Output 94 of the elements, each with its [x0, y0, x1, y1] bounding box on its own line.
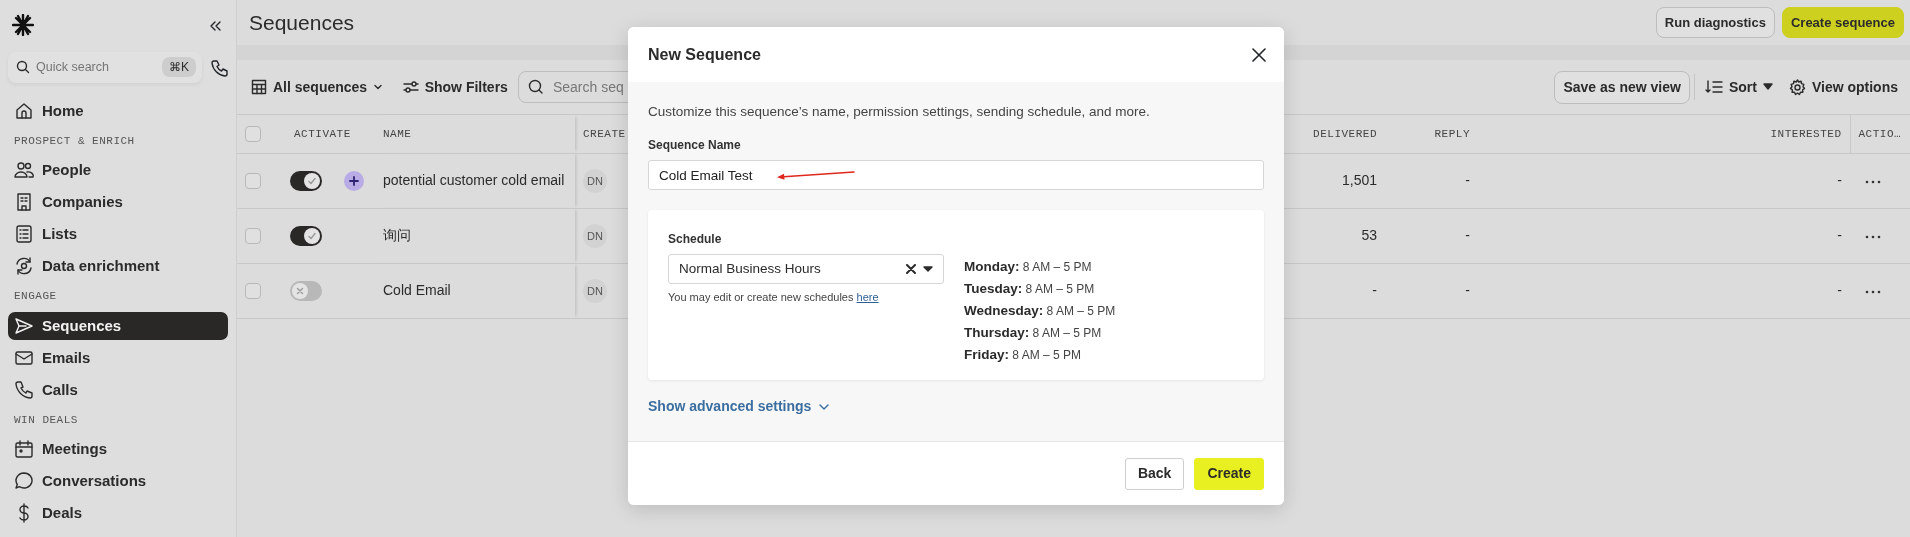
page-title: Sequences [249, 9, 355, 36]
schedule-hours: Friday: 8 AM – 5 PM [964, 346, 1083, 365]
column-header: NAME [383, 127, 412, 140]
create-button[interactable]: Create [1194, 457, 1264, 490]
refresh-icon [14, 256, 34, 277]
back-button[interactable]: Back [1124, 457, 1185, 490]
table-cell: - [1837, 227, 1842, 243]
search-icon [16, 60, 30, 74]
sliders-icon [402, 79, 419, 95]
clear-icon [906, 264, 916, 275]
check-icon [307, 176, 317, 187]
check-icon [307, 231, 317, 242]
table-cell: 53 [1361, 227, 1377, 243]
row-checkbox[interactable] [245, 227, 261, 244]
row-checkbox[interactable] [245, 282, 261, 299]
activate-toggle[interactable] [290, 281, 322, 302]
schedule-hours: Tuesday: 8 AM – 5 PM [964, 280, 1096, 299]
create-sequence-button[interactable]: Create sequence [1781, 6, 1904, 39]
owner-avatar: DN [583, 223, 607, 248]
home-icon [14, 100, 34, 121]
sort-icon [1704, 80, 1723, 94]
diagnostics-button[interactable]: Run diagnostics [1655, 6, 1775, 39]
sequence-name: 询问 [383, 227, 411, 243]
select-all-checkbox[interactable] [245, 125, 261, 142]
table-cell: - [1465, 227, 1470, 243]
column-header: INTERESTED [1770, 127, 1842, 140]
nav-item[interactable]: Meetings [8, 435, 228, 464]
schedule-hours: Wednesday: 8 AM – 5 PM [964, 302, 1116, 321]
table-icon [251, 79, 267, 95]
caret-icon [923, 266, 933, 273]
table-cell: - [1837, 172, 1842, 188]
column-header: CREATE [583, 127, 626, 140]
schedule-hours: Thursday: 8 AM – 5 PM [964, 324, 1103, 343]
field-label: Schedule [668, 231, 723, 249]
settings-icon [1788, 78, 1806, 96]
row-checkbox[interactable] [245, 172, 261, 189]
nav-item[interactable]: Conversations [8, 467, 228, 496]
phone-icon [14, 379, 34, 400]
more-icon [1865, 179, 1881, 184]
table-cell: 1,501 [1341, 172, 1377, 188]
nav-item[interactable]: Deals [8, 499, 228, 528]
help-link[interactable]: here [856, 291, 879, 304]
section-heading: WIN DEALS [13, 412, 79, 428]
nav-item[interactable]: Lists [8, 220, 228, 249]
description-text: Customize this sequence’s name, permission settings, sending schedule, and more. [648, 103, 1151, 121]
table-cell: - [1465, 172, 1470, 188]
calendar-icon [14, 439, 34, 460]
column-header: DELIVERED [1313, 127, 1377, 140]
name-field[interactable]: Cold Email Test [648, 160, 1264, 191]
section-heading: ENGAGE [13, 289, 58, 305]
building-icon [14, 192, 34, 213]
save-view-button[interactable]: Save as new view [1554, 70, 1690, 104]
nav-item[interactable]: People [8, 156, 228, 185]
search-icon [527, 79, 544, 95]
list-icon [14, 224, 34, 245]
chevron-icon [373, 82, 384, 92]
table-cell: - [1837, 282, 1842, 298]
section-heading: PROSPECT & ENRICH [13, 133, 136, 149]
nav-item[interactable]: Companies [8, 188, 228, 217]
sequence-name: potential customer cold email [383, 172, 565, 188]
people-icon [14, 160, 34, 181]
sequence-name: Cold Email [383, 282, 451, 298]
x-icon [295, 286, 305, 297]
owner-avatar: DN [583, 168, 607, 193]
chat-bubble-icon [14, 471, 34, 492]
chevron-icon [819, 402, 830, 411]
modal-title: New Sequence [648, 44, 761, 65]
table-cell: - [1372, 282, 1377, 298]
nav-item[interactable]: Home [8, 96, 228, 125]
nav-item[interactable]: Calls [8, 375, 228, 404]
schedule-hours: Monday: 8 AM – 5 PM [964, 258, 1093, 277]
owner-avatar: DN [583, 278, 607, 303]
caret-icon [1762, 83, 1773, 91]
column-header: ACTIVATE [294, 127, 351, 140]
logo-icon [12, 14, 34, 36]
activate-toggle[interactable] [290, 171, 322, 192]
field-label: Sequence Name [648, 137, 742, 155]
help-text: You may edit or create new schedules here [668, 290, 880, 306]
more-icon [1865, 234, 1881, 239]
column-header: ACTIO… [1858, 127, 1902, 140]
column-header: REPLY [1434, 127, 1470, 140]
more-icon [1865, 289, 1881, 294]
nav-item[interactable]: Emails [8, 343, 228, 372]
sort-button[interactable]: Sort [1698, 72, 1779, 102]
send-icon [14, 315, 34, 336]
view-options-button[interactable]: View options [1782, 72, 1904, 102]
table-cell: - [1465, 282, 1470, 298]
activate-toggle[interactable] [290, 226, 322, 247]
nav-item[interactable]: Data enrichment [8, 252, 228, 281]
view-dropdown[interactable]: All sequences [245, 72, 390, 102]
nav-item[interactable]: Sequences [8, 311, 228, 340]
filters-button[interactable]: Show Filters [396, 72, 514, 102]
schedule-select[interactable]: Normal Business Hours [668, 254, 944, 285]
advanced-settings-link[interactable]: Show advanced settings [648, 396, 830, 418]
